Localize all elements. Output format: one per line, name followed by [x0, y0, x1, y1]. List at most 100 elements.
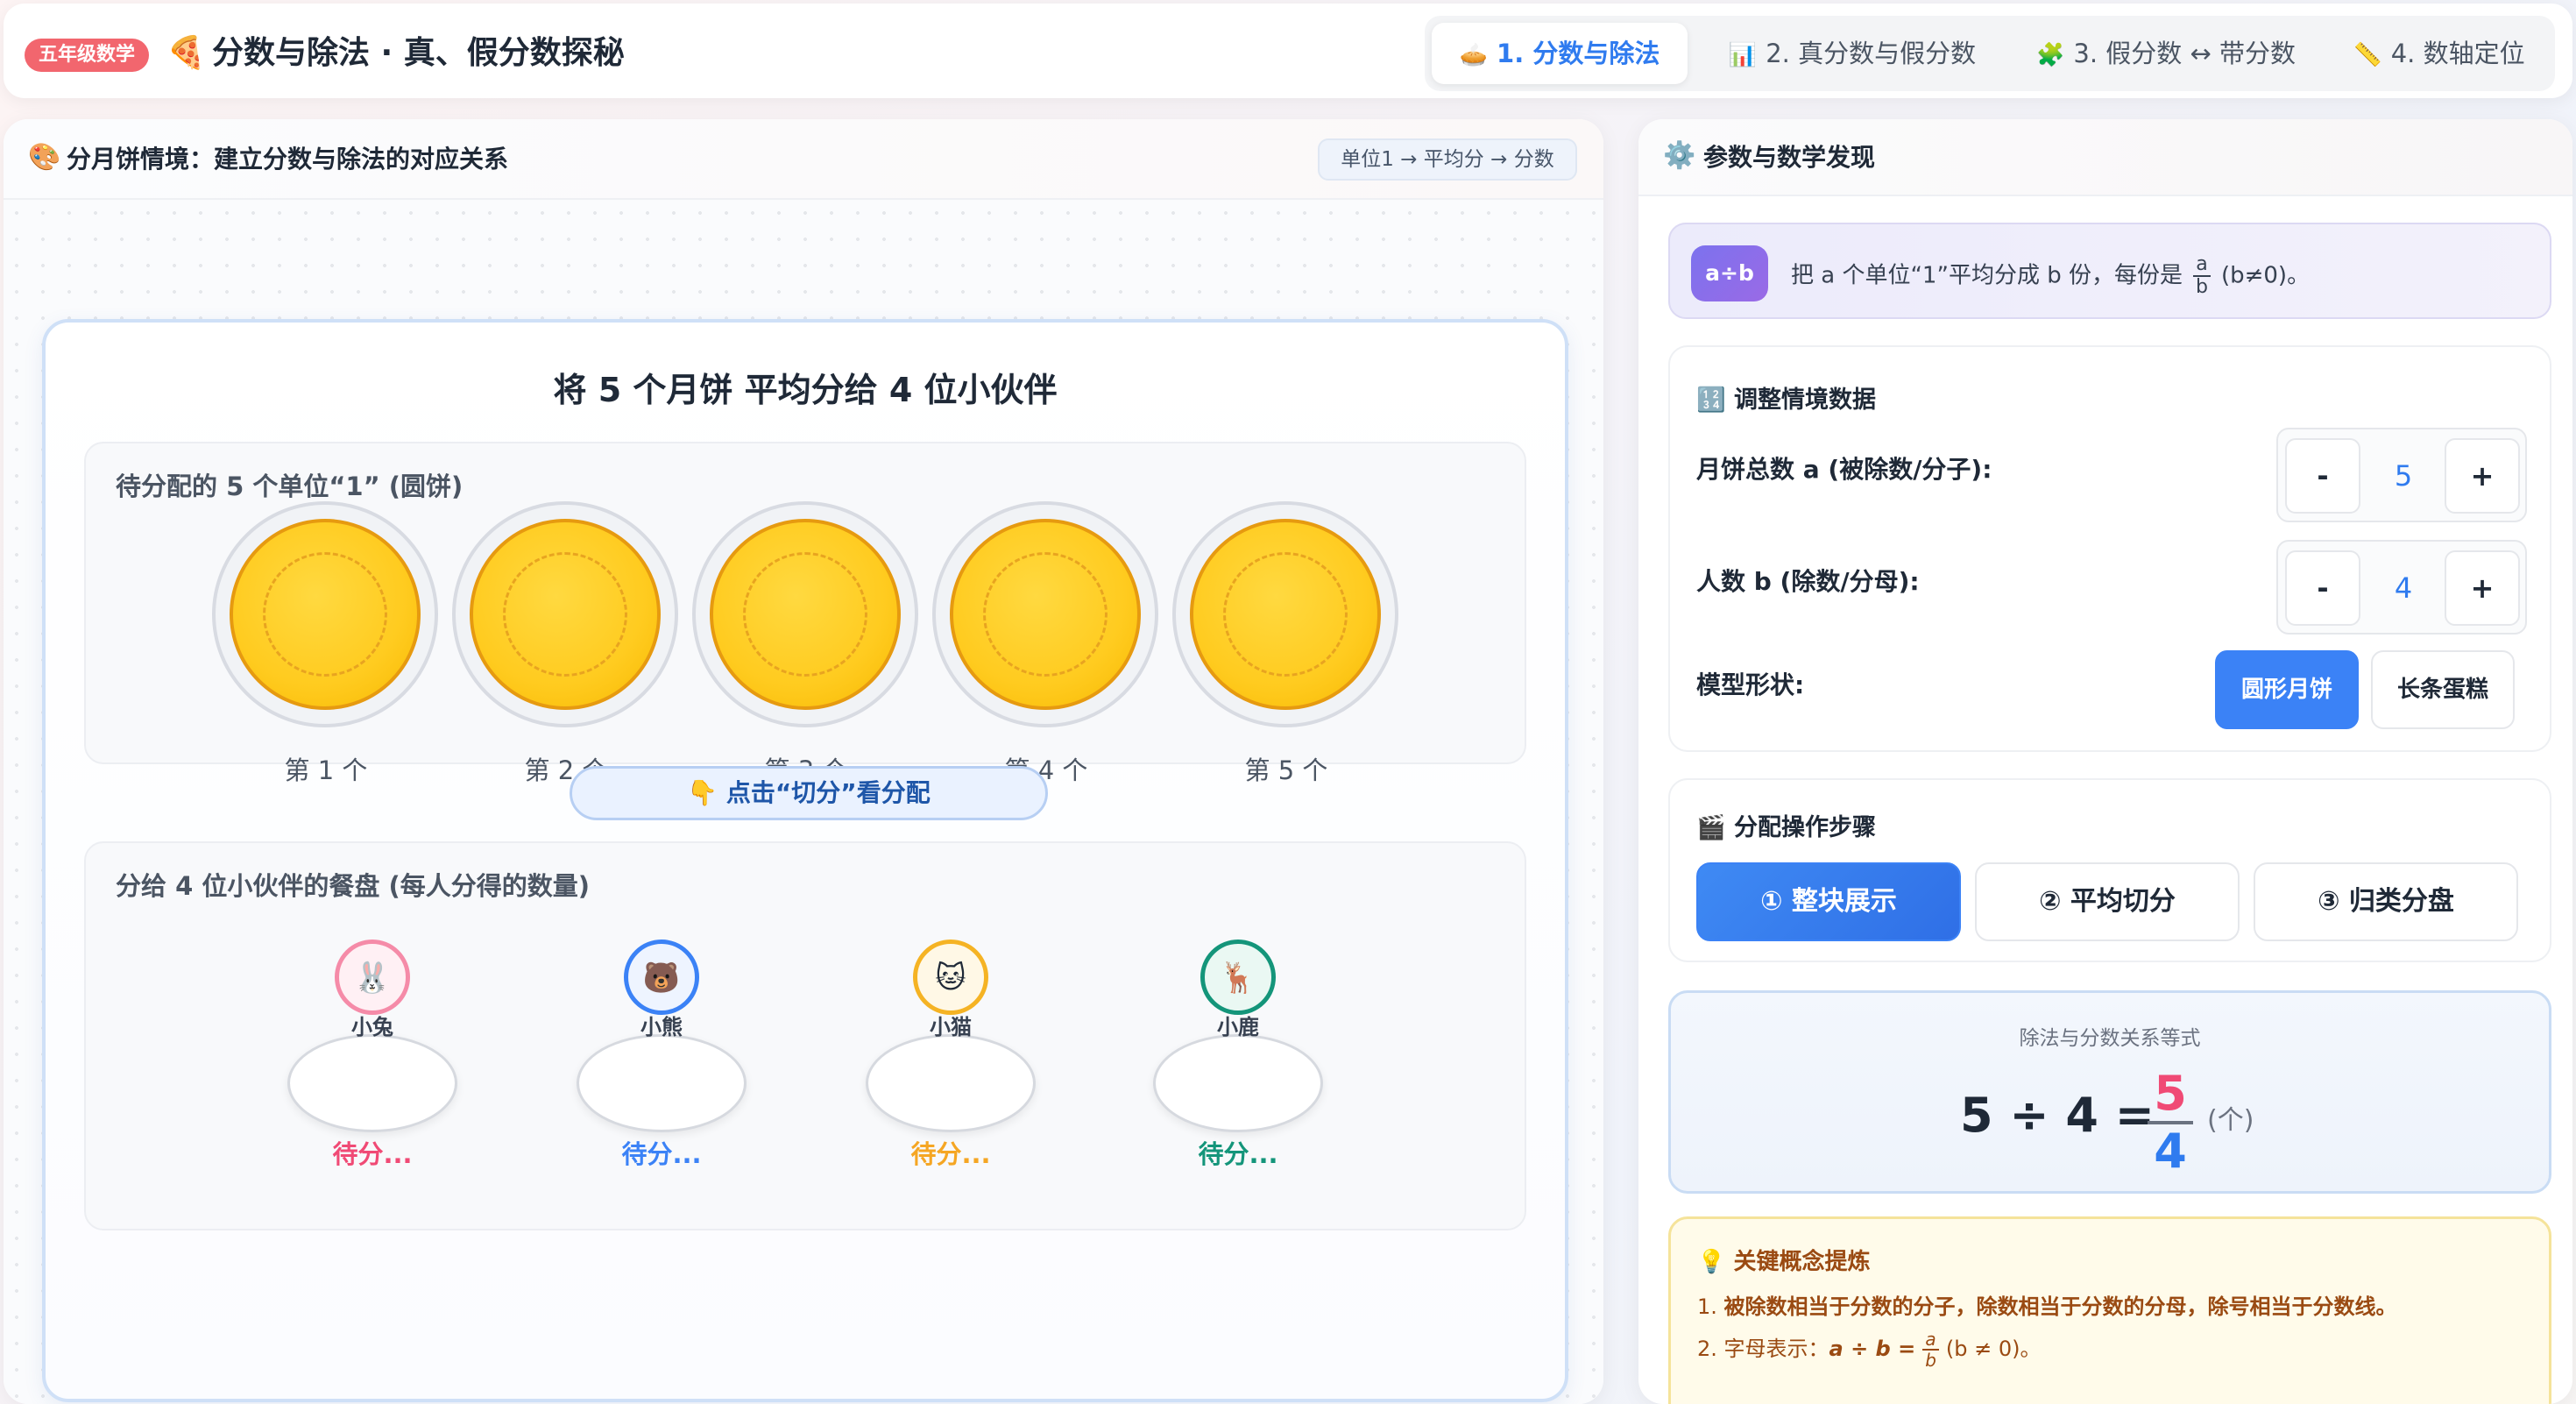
- rule-text: 把 a 个单位“1”平均分成 b 份，每份是 a b (b≠0)。: [1791, 254, 2310, 298]
- pizza-icon: 🍕: [166, 35, 206, 71]
- tab-bar: 🥧 1. 分数与除法 📊 2. 真分数与假分数 🧩 3. 假分数 ↔ 带分数 📏 4. …: [1425, 16, 2555, 91]
- friend-bear: 🐻 小熊 待分...: [577, 940, 752, 1169]
- steps-title: 🎬 分配操作步骤: [1696, 808, 1876, 842]
- step-whole-button[interactable]: ① 整块展示: [1696, 862, 1961, 941]
- concept-line-1-prefix: 1.: [1697, 1294, 1724, 1319]
- plate[interactable]: [287, 1034, 457, 1132]
- bar-cake-button[interactable]: 长条蛋糕: [2371, 650, 2515, 729]
- shape-label: 模型形状:: [1696, 670, 1805, 699]
- concept-title-text: 关键概念提炼: [1733, 1249, 1871, 1275]
- plates-area: 分给 4 位小伙伴的餐盘 (每人分得的数量) 🐰 小兔 待分... 🐻 小熊 待…: [84, 841, 1526, 1230]
- bear-icon: 🐻: [624, 940, 699, 1015]
- rule-fraction: ab: [2192, 254, 2211, 298]
- plate-status: 待分...: [910, 1139, 991, 1169]
- params-header: ⚙️ 参数与数学发现: [1638, 119, 2572, 196]
- tab-mixed-number[interactable]: 🧩 3. 假分数 ↔ 带分数: [2017, 23, 2315, 84]
- equation-fraction: 5 4: [2144, 1068, 2197, 1177]
- plate-status: 待分...: [332, 1139, 413, 1169]
- equation-box: 除法与分数关系等式 5 ÷ 4 = 5 4 (个): [1668, 990, 2551, 1194]
- palette-icon: 🎨: [28, 142, 61, 173]
- total-value: 5: [2394, 459, 2413, 493]
- app-header: 五年级数学 🍕 分数与除法 · 真、假分数探秘 🥧 1. 分数与除法 📊 2. 真分…: [4, 4, 2572, 98]
- tab-proper-improper[interactable]: 📊 2. 真分数与假分数: [1703, 23, 2001, 84]
- params-panel: ⚙️ 参数与数学发现 a÷b 把 a 个单位“1”平均分成 b 份，每份是 a b(…: [1638, 119, 2572, 1404]
- tab-label: 3. 假分数 ↔ 带分数: [2073, 39, 2296, 68]
- step-cut-button[interactable]: ② 平均切分: [1975, 862, 2240, 941]
- rule-numerator: a: [2192, 254, 2211, 277]
- scene-header: 🎨 分月饼情境：建立分数与除法的对应关系 单位1 → 平均分 → 分数: [4, 119, 1603, 200]
- pie-icon: 🥧: [1459, 42, 1489, 68]
- equation-lhs: 5 ÷ 4 =: [1960, 1088, 2155, 1143]
- cake-label: 第 1 个: [284, 755, 368, 785]
- people-label: 人数 b (除数/分母):: [1696, 567, 1920, 596]
- bar-chart-icon: 📊: [1728, 42, 1758, 68]
- friend-deer: 🦌 小鹿 待分...: [1153, 940, 1328, 1169]
- cat-icon: 🐱: [913, 940, 988, 1015]
- gear-icon: ⚙️: [1663, 140, 1696, 171]
- equation-numerator: 5: [2154, 1066, 2187, 1121]
- scene-header-title: 分月饼情境：建立分数与除法的对应关系: [67, 145, 509, 174]
- cake-pool: 待分配的 5 个单位“1” (圆饼) 第 1 个 第 2 个 第 3 个 第 4…: [84, 442, 1526, 785]
- concept-line-1-text: 被除数相当于分数的分子，除数相当于分数的分母，除号相当于分数线。: [1723, 1294, 2397, 1319]
- people-stepper: - 4 +: [2276, 540, 2527, 635]
- division-badge: a÷b: [1691, 245, 1768, 301]
- concept-line-1: 1. 被除数相当于分数的分子，除数相当于分数的分母，除号相当于分数线。: [1697, 1289, 2397, 1320]
- mooncake[interactable]: [212, 501, 440, 727]
- concept-denominator: b: [1925, 1350, 1936, 1371]
- equation-denominator: 4: [2154, 1124, 2187, 1179]
- total-plus-button[interactable]: +: [2445, 438, 2520, 514]
- rule-prefix: 把 a 个单位“1”平均分成 b 份，每份是: [1791, 262, 2183, 289]
- mooncake[interactable]: [692, 501, 920, 727]
- friend-name: 小鹿: [1217, 1015, 1259, 1039]
- mooncake[interactable]: [932, 501, 1160, 727]
- round-mooncake-button[interactable]: 圆形月饼: [2215, 650, 2359, 729]
- friend-name: 小兔: [351, 1015, 393, 1039]
- total-minus-button[interactable]: -: [2285, 438, 2360, 514]
- adjust-title-text: 调整情境数据: [1734, 386, 1877, 414]
- app-title: 分数与除法 · 真、假分数探秘: [212, 35, 625, 71]
- plate[interactable]: [577, 1034, 747, 1132]
- scene-title: 将 5 个月饼 平均分给 4 位小伙伴: [553, 371, 1058, 409]
- flow-chip: 单位1 → 平均分 → 分数: [1318, 138, 1577, 181]
- rabbit-icon: 🐰: [335, 940, 410, 1015]
- concept-fraction: ab: [1922, 1330, 1939, 1370]
- scene-card: 将 5 个月饼 平均分给 4 位小伙伴 待分配的 5 个单位“1” (圆饼) 第…: [42, 319, 1568, 1402]
- rule-suffix: (b≠0)。: [2220, 262, 2311, 289]
- concept-box: 💡 关键概念提炼 1. 被除数相当于分数的分子，除数相当于分数的分母，除号相当于…: [1668, 1216, 2551, 1404]
- adjust-card: 🔢 调整情境数据 月饼总数 a (被除数/分子): - 5 + 人数 b (除数…: [1668, 345, 2551, 752]
- equation-unit: (个): [2207, 1105, 2254, 1136]
- friend-cat: 🐱 小猫 待分...: [866, 940, 1041, 1169]
- friend-name: 小熊: [640, 1015, 683, 1039]
- concept-numerator: a: [1922, 1330, 1939, 1351]
- step-group-button[interactable]: ③ 归类分盘: [2254, 862, 2518, 941]
- people-minus-button[interactable]: -: [2285, 550, 2360, 626]
- plate[interactable]: [1153, 1034, 1323, 1132]
- steps-title-text: 分配操作步骤: [1734, 814, 1877, 841]
- people-plus-button[interactable]: +: [2445, 550, 2520, 626]
- mooncake[interactable]: [1172, 501, 1400, 727]
- tab-number-line[interactable]: 📏 4. 数轴定位: [2331, 23, 2548, 84]
- people-value: 4: [2394, 571, 2413, 605]
- numbers-icon: 🔢: [1696, 386, 1726, 414]
- params-header-title: 参数与数学发现: [1703, 143, 1876, 172]
- plate-status: 待分...: [621, 1139, 702, 1169]
- equation-caption: 除法与分数关系等式: [2019, 1027, 2201, 1050]
- total-label: 月饼总数 a (被除数/分子):: [1696, 455, 1992, 484]
- mooncake[interactable]: [452, 501, 680, 727]
- rule-denominator: b: [2195, 276, 2208, 298]
- lightbulb-icon: 💡: [1697, 1249, 1726, 1275]
- plate-status: 待分...: [1198, 1139, 1278, 1169]
- cut-button[interactable]: 👇 点击“切分”看分配: [570, 766, 1048, 820]
- concept-title: 💡 关键概念提炼: [1697, 1244, 1870, 1276]
- concept-line-2-expr: a ÷ b =: [1829, 1337, 1916, 1361]
- plates-label: 分给 4 位小伙伴的餐盘 (每人分得的数量): [116, 871, 590, 901]
- plate[interactable]: [866, 1034, 1036, 1132]
- puzzle-icon: 🧩: [2036, 42, 2065, 68]
- steps-card: 🎬 分配操作步骤 ① 整块展示 ② 平均切分 ③ 归类分盘: [1668, 778, 2551, 962]
- concept-line-2-prefix: 2. 字母表示：: [1697, 1337, 1829, 1361]
- tab-fraction-division[interactable]: 🥧 1. 分数与除法: [1432, 23, 1688, 84]
- scene-panel: 🎨 分月饼情境：建立分数与除法的对应关系 单位1 → 平均分 → 分数 将 5 …: [4, 119, 1603, 1404]
- ruler-icon: 📏: [2353, 42, 2382, 68]
- rule-box: a÷b 把 a 个单位“1”平均分成 b 份，每份是 a b (b≠0)。: [1668, 223, 2551, 319]
- friend-name: 小猫: [930, 1015, 972, 1039]
